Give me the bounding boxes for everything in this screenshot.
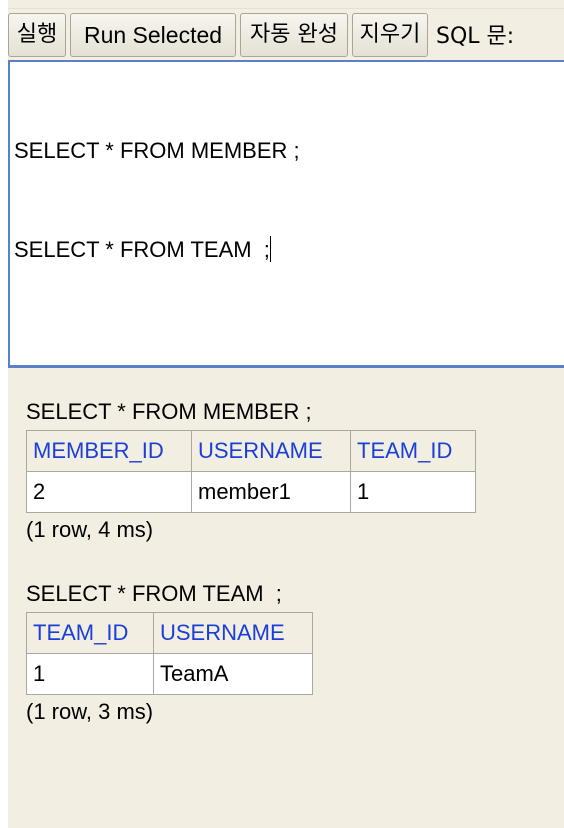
result-block: SELECT * FROM MEMBER ; MEMBER_ID USERNAM… xyxy=(26,398,476,545)
table-cell: TeamA xyxy=(153,653,313,695)
sql-editor[interactable]: SELECT * FROM MEMBER ; SELECT * FROM TEA… xyxy=(8,60,564,368)
table-cell: 2 xyxy=(26,471,192,513)
execute-button[interactable]: 실행 xyxy=(8,13,66,57)
table-header-row: TEAM_ID USERNAME xyxy=(26,612,313,654)
sql-statement-label: SQL 문: xyxy=(436,24,515,49)
left-edge xyxy=(0,0,8,828)
column-header[interactable]: USERNAME xyxy=(191,430,351,472)
autocomplete-button[interactable]: 자동 완성 xyxy=(240,13,348,57)
column-header[interactable]: USERNAME xyxy=(153,612,313,654)
result-block: SELECT * FROM TEAM ; TEAM_ID USERNAME 1 … xyxy=(26,580,313,727)
editor-line-text: SELECT * FROM TEAM ; xyxy=(14,237,270,262)
editor-line: SELECT * FROM MEMBER ; xyxy=(14,138,300,163)
result-summary: (1 row, 4 ms) xyxy=(26,517,154,542)
result-statement: SELECT * FROM MEMBER ; xyxy=(26,399,312,424)
editor-line: SELECT * FROM TEAM ; xyxy=(14,233,564,266)
text-cursor xyxy=(269,236,271,262)
run-selected-button[interactable]: Run Selected xyxy=(70,13,236,57)
table-cell: 1 xyxy=(26,653,154,695)
result-summary: (1 row, 3 ms) xyxy=(26,699,154,724)
clear-button[interactable]: 지우기 xyxy=(352,13,428,57)
table-row: 1 TeamA xyxy=(26,653,313,695)
result-table: TEAM_ID USERNAME 1 TeamA xyxy=(26,612,313,695)
column-header[interactable]: MEMBER_ID xyxy=(26,430,192,472)
result-statement: SELECT * FROM TEAM ; xyxy=(26,581,282,606)
table-cell: 1 xyxy=(350,471,476,513)
table-header-row: MEMBER_ID USERNAME TEAM_ID xyxy=(26,430,476,472)
table-cell: member1 xyxy=(191,471,351,513)
column-header[interactable]: TEAM_ID xyxy=(350,430,476,472)
toolbar: 실행 Run Selected 자동 완성 지우기 SQL 문: xyxy=(8,8,564,61)
table-row: 2 member1 1 xyxy=(26,471,476,513)
result-table: MEMBER_ID USERNAME TEAM_ID 2 member1 1 xyxy=(26,430,476,513)
column-header[interactable]: TEAM_ID xyxy=(26,612,154,654)
h2-console-page: 실행 Run Selected 자동 완성 지우기 SQL 문: SELECT … xyxy=(0,0,564,828)
